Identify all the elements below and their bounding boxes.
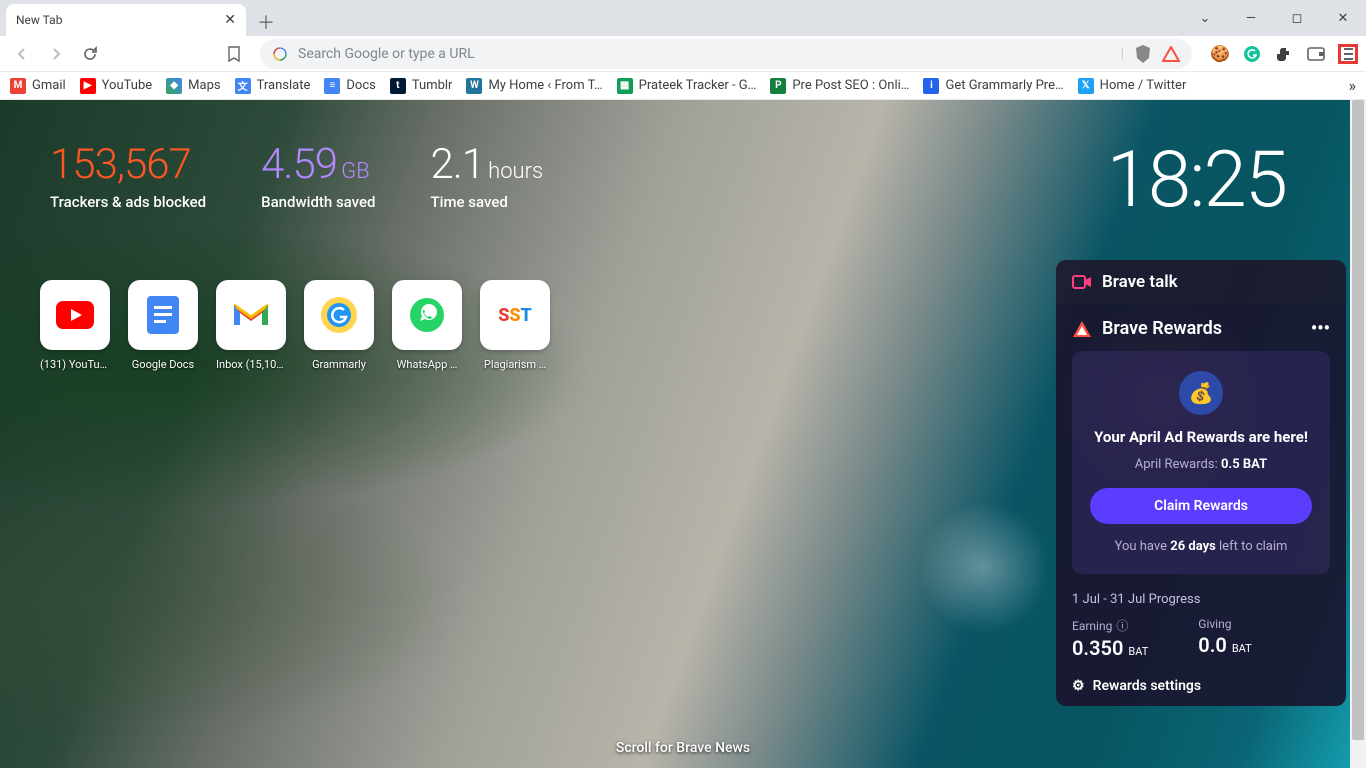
scrollbar-thumb[interactable] (1352, 100, 1364, 740)
tile-docs[interactable]: Google Docs (128, 280, 198, 371)
bookmark-translate[interactable]: 文Translate (235, 78, 311, 94)
bookmarks-bar: MGmail ▶YouTube ◆Maps 文Translate ≡Docs t… (0, 72, 1366, 100)
brave-bat-icon[interactable] (1162, 46, 1180, 62)
tab-strip: New Tab ✕ ＋ ⌄ — ◻ ✕ (0, 0, 1366, 36)
claim-note: You have 26 days left to claim (1084, 538, 1318, 556)
reload-button[interactable] (76, 40, 104, 68)
gear-icon: ⚙ (1072, 678, 1085, 694)
google-icon (272, 46, 288, 62)
forward-button[interactable] (42, 40, 70, 68)
brave-talk-bar[interactable]: Brave talk (1056, 260, 1346, 304)
back-button[interactable] (8, 40, 36, 68)
stat-time: 2.1hours Time saved (430, 140, 543, 211)
bookmarks-overflow-icon[interactable]: » (1349, 76, 1357, 95)
stat-trackers: 153,567 Trackers & ads blocked (50, 140, 206, 211)
rewards-settings-link[interactable]: ⚙ Rewards settings (1072, 678, 1330, 694)
tile-whatsapp[interactable]: WhatsApp … (392, 280, 462, 371)
brave-shield-icon[interactable] (1134, 44, 1152, 64)
extensions-icon[interactable] (1274, 44, 1294, 64)
tab-title: New Tab (16, 13, 62, 27)
main-menu-button[interactable] (1338, 44, 1358, 64)
bookmark-prepostseo[interactable]: PPre Post SEO : Onli… (770, 78, 909, 94)
close-tab-icon[interactable]: ✕ (224, 12, 236, 28)
brave-stats: 153,567 Trackers & ads blocked 4.59GB Ba… (50, 140, 543, 211)
tile-sst[interactable]: SSTPlagiarism … (480, 280, 550, 371)
earning-metric: Earning ⓘ 0.350 BAT (1072, 617, 1148, 660)
stat-bandwidth: 4.59GB Bandwidth saved (261, 140, 375, 211)
tile-gmail[interactable]: Inbox (15,103) (216, 280, 286, 371)
close-window-button[interactable]: ✕ (1320, 0, 1366, 36)
more-icon[interactable]: ••• (1311, 318, 1330, 339)
top-sites: (131) YouTube Google Docs Inbox (15,103)… (40, 280, 550, 371)
info-icon[interactable]: ⓘ (1116, 617, 1128, 634)
rewards-prompt: 💰 Your April Ad Rewards are here! April … (1072, 351, 1330, 574)
money-bag-icon: 💰 (1179, 371, 1223, 415)
bookmark-gmail[interactable]: MGmail (10, 78, 66, 94)
maximize-button[interactable]: ◻ (1274, 0, 1320, 36)
bookmark-tumblr[interactable]: tTumblr (390, 78, 453, 94)
browser-tab[interactable]: New Tab ✕ (6, 4, 246, 36)
new-tab-button[interactable]: ＋ (252, 8, 280, 36)
bat-icon (1072, 320, 1092, 338)
scroll-hint[interactable]: Scroll for Brave News (616, 740, 750, 756)
bookmark-maps[interactable]: ◆Maps (166, 78, 220, 94)
claim-rewards-button[interactable]: Claim Rewards (1090, 488, 1312, 524)
toolbar: Search Google or type a URL | 🍪 (0, 36, 1366, 72)
video-icon (1072, 274, 1092, 290)
brave-rewards-card: Brave Rewards ••• 💰 Your April Ad Reward… (1056, 304, 1346, 706)
wallet-icon[interactable] (1306, 44, 1326, 64)
progress-section: 1 Jul - 31 Jul Progress Earning ⓘ 0.350 … (1072, 592, 1330, 660)
new-tab-content: 153,567 Trackers & ads blocked 4.59GB Ba… (0, 100, 1366, 768)
extension-icons: 🍪 (1210, 44, 1358, 64)
minimize-button[interactable]: — (1228, 0, 1274, 36)
reward-detail: April Rewards: 0.5 BAT (1084, 457, 1318, 472)
rewards-panel: Brave talk Brave Rewards ••• 💰 Your Apri… (1056, 260, 1346, 706)
bookmark-wordpress[interactable]: WMy Home ‹ From T… (466, 78, 602, 94)
clock: 18:25 (1107, 135, 1286, 226)
bookmark-sheets[interactable]: ▦Prateek Tracker - G… (617, 78, 757, 94)
grammarly-icon[interactable] (1242, 44, 1262, 64)
vertical-scrollbar[interactable] (1350, 100, 1366, 768)
bookmark-twitter[interactable]: 𝕏Home / Twitter (1078, 78, 1187, 94)
address-placeholder: Search Google or type a URL (298, 46, 475, 62)
address-bar[interactable]: Search Google or type a URL | (260, 39, 1192, 69)
bookmark-docs[interactable]: ≡Docs (324, 78, 375, 94)
giving-metric: Giving 0.0 BAT (1198, 617, 1251, 660)
tile-youtube[interactable]: (131) YouTube (40, 280, 110, 371)
bookmark-grammarly[interactable]: iGet Grammarly Pre… (923, 78, 1063, 94)
window-controls: ⌄ — ◻ ✕ (1182, 0, 1366, 36)
tile-grammarly[interactable]: Grammarly (304, 280, 374, 371)
bookmark-youtube[interactable]: ▶YouTube (80, 78, 153, 94)
cookie-icon[interactable]: 🍪 (1210, 44, 1230, 64)
chevron-down-icon[interactable]: ⌄ (1182, 0, 1228, 36)
bookmark-icon[interactable] (220, 40, 248, 68)
